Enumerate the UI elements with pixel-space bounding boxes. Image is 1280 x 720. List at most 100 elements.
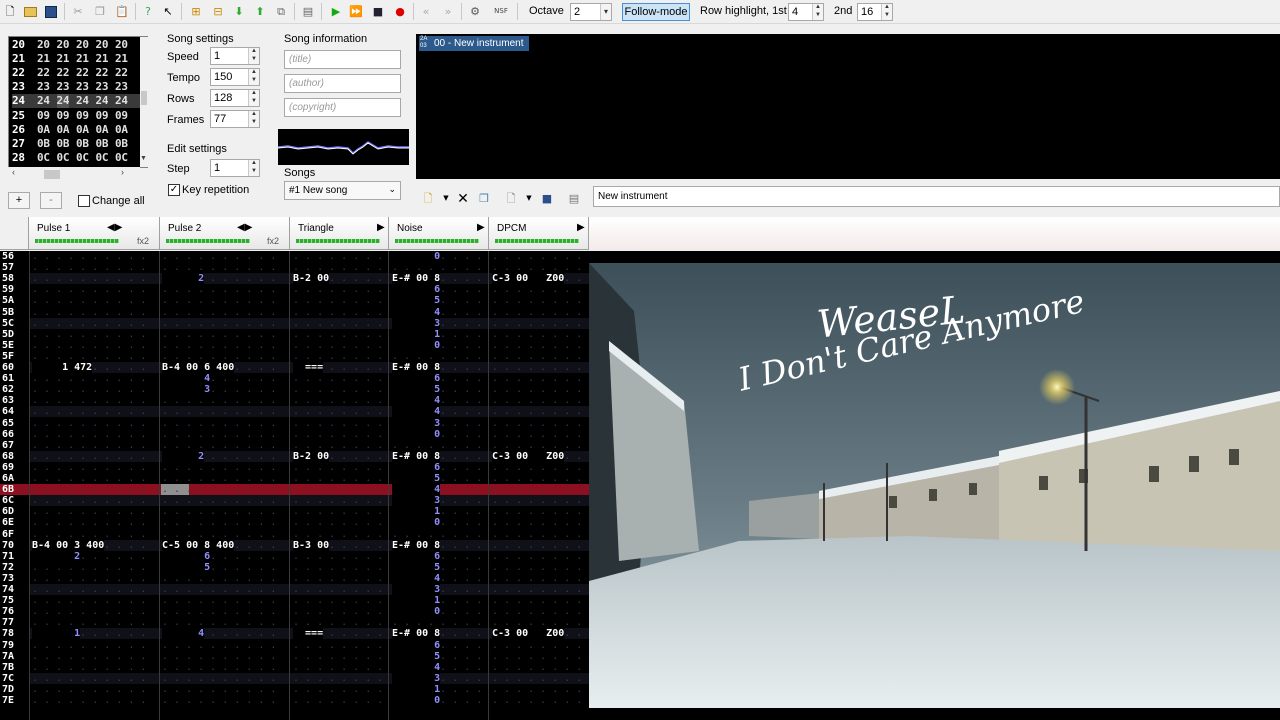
frame-pattern-cell[interactable]: 0B — [57, 137, 70, 151]
pattern-cell[interactable]: 1 — [32, 628, 81, 640]
empty-cell[interactable]: . . . . . . . . — [492, 529, 582, 540]
pattern-cell[interactable]: 6 — [392, 284, 441, 296]
empty-cell[interactable]: . . . . . . . . — [492, 462, 582, 473]
fx-less-icon[interactable]: ◀▶ — [237, 222, 252, 233]
empty-cell[interactable]: . . . . . . . . — [293, 673, 383, 684]
empty-cell[interactable]: . . . . . . . . — [492, 573, 582, 584]
empty-cell[interactable]: . . . . . . . . — [492, 395, 582, 406]
empty-cell[interactable]: . . . . . . . . — [492, 340, 582, 351]
empty-cell[interactable]: . . . . . . . . . . — [162, 651, 276, 662]
empty-cell[interactable]: . . . . . . . . . . — [162, 251, 276, 262]
pattern-cell[interactable]: 5 — [392, 561, 441, 573]
frame-row[interactable]: 26 0A 0A 0A 0A 0A — [12, 123, 140, 137]
pattern-cell[interactable]: B-2 00 — [293, 450, 330, 462]
pattern-cell[interactable]: 2 — [32, 550, 81, 562]
empty-cell[interactable]: . . . . . . . . — [392, 617, 482, 628]
empty-cell[interactable]: . . . . . . . . . . — [162, 318, 276, 329]
empty-cell[interactable]: . . . . . . . . . . — [32, 573, 146, 584]
spin-up-icon[interactable]: ▲ — [248, 160, 259, 168]
frame-pattern-cell[interactable]: 24 — [37, 94, 50, 108]
instrument-name-field[interactable]: New instrument — [593, 186, 1280, 207]
pattern-cell[interactable]: 6 — [392, 373, 441, 385]
frame-pattern-cell[interactable]: 23 — [96, 80, 109, 94]
remove-frame-button[interactable]: - — [40, 192, 62, 209]
frame-pattern-cell[interactable]: 0C — [57, 151, 70, 165]
empty-cell[interactable]: . . . . . . . . . . — [32, 617, 146, 628]
save-instrument-icon[interactable]: ■ — [539, 190, 555, 207]
pattern-cell[interactable]: 3 — [392, 417, 441, 429]
empty-cell[interactable]: . . . . . . . . — [492, 673, 582, 684]
empty-cell[interactable]: . . . . . . . . . . — [32, 484, 146, 495]
chevron-down-icon[interactable]: ▼ — [521, 190, 537, 207]
frame-pattern-cell[interactable]: 22 — [115, 66, 128, 80]
empty-cell[interactable]: . . . . . . . . — [492, 695, 582, 706]
frame-pattern-cell[interactable]: 22 — [57, 66, 70, 80]
empty-cell[interactable]: . . . . . . . . . . — [162, 262, 276, 273]
pattern-cell[interactable]: 5 — [392, 473, 441, 485]
frame-pattern-cell[interactable]: 0A — [57, 123, 70, 137]
add-frame-icon[interactable]: ⊞ — [188, 3, 204, 20]
empty-cell[interactable]: . . . . . . . . . . — [162, 307, 276, 318]
empty-cell[interactable]: . . . . . . . . . . — [32, 307, 146, 318]
empty-cell[interactable]: . . . . . . . . — [293, 495, 383, 506]
frame-row[interactable]: 24 24 24 24 24 24 — [12, 94, 140, 109]
save-icon[interactable] — [43, 3, 59, 20]
pattern-cell[interactable]: B-4 00 3 400 — [32, 539, 105, 551]
open-icon[interactable] — [22, 3, 38, 20]
frame-pattern-cell[interactable]: 0C — [115, 151, 128, 165]
chevron-right-icon[interactable]: › — [121, 167, 124, 177]
pattern-cell[interactable]: 1 472 — [32, 362, 93, 374]
pattern-cell[interactable]: 4 — [392, 395, 441, 407]
empty-cell[interactable]: . . . . . . . . — [293, 262, 383, 273]
empty-cell[interactable]: . . . . . . . . — [392, 440, 482, 451]
pattern-cell[interactable]: 4 — [392, 572, 441, 584]
frame-pattern-cell[interactable]: 09 — [37, 109, 50, 123]
paste-icon[interactable]: 📋 — [114, 3, 130, 20]
channel-header-pulse2[interactable]: Pulse 2 ◀▶ fx2 — [160, 217, 290, 250]
pattern-cell[interactable]: 5 — [392, 384, 441, 396]
empty-cell[interactable]: . . . . . . . . — [492, 595, 582, 606]
frame-list-hscroll[interactable]: ‹ › — [8, 167, 140, 181]
empty-cell[interactable]: . . . . . . . . — [293, 284, 383, 295]
frame-pattern-cell[interactable]: 20 — [57, 38, 70, 52]
pattern-cell[interactable]: 1 — [392, 595, 441, 607]
empty-cell[interactable]: . . . . . . . . — [492, 540, 582, 551]
empty-cell[interactable]: . . . . . . . . . . — [32, 340, 146, 351]
empty-cell[interactable]: . . . . . . . . . . — [32, 640, 146, 651]
frame-pattern-cell[interactable]: 23 — [37, 80, 50, 94]
empty-cell[interactable]: . . . . . . . . . . — [32, 251, 146, 262]
pattern-cell[interactable]: E-# 00 8 — [392, 539, 441, 551]
pattern-cell[interactable]: 0 — [392, 606, 441, 618]
copyright-field[interactable]: (copyright) — [284, 98, 401, 117]
empty-cell[interactable]: . . . . . . . . — [293, 695, 383, 706]
empty-cell[interactable]: . . . . . . . . . . — [32, 506, 146, 517]
insert-frame-icon[interactable]: ⊟ — [210, 3, 226, 20]
empty-cell[interactable]: . . . . . . . . — [492, 562, 582, 573]
pattern-cell[interactable]: E-# 00 8 — [392, 273, 441, 285]
frame-row[interactable]: 25 09 09 09 09 09 — [12, 109, 140, 123]
frame-pattern-cell[interactable]: 09 — [76, 109, 89, 123]
song-select[interactable]: #1 New song ⌄ — [284, 181, 401, 200]
pattern-cell[interactable]: 4 — [392, 484, 441, 496]
empty-cell[interactable]: . . . . . . . . . . — [32, 406, 146, 417]
empty-cell[interactable]: . . . . . . . . — [293, 440, 383, 451]
frame-pattern-cell[interactable]: 21 — [37, 52, 50, 66]
pattern-cell[interactable]: 0 — [392, 517, 441, 529]
empty-cell[interactable]: . . . . . . . . . . — [32, 273, 146, 284]
pattern-cell[interactable]: 5 — [392, 295, 441, 307]
title-field[interactable]: (title) — [284, 50, 401, 69]
prev-song-icon[interactable]: « — [418, 3, 434, 20]
new-instrument-icon[interactable]: 🗋 — [420, 190, 436, 207]
spin-up-icon[interactable]: ▲ — [881, 4, 892, 12]
empty-cell[interactable]: . . . . . . . . . . — [162, 429, 276, 440]
next-song-icon[interactable]: » — [440, 3, 456, 20]
empty-cell[interactable]: . . . . . . . . — [293, 606, 383, 617]
empty-cell[interactable]: . . . . . . . . . . — [32, 440, 146, 451]
spin-up-icon[interactable]: ▲ — [248, 111, 259, 119]
empty-cell[interactable]: . . . . . . . . . . — [32, 384, 146, 395]
pattern-cell[interactable]: 1 — [392, 328, 441, 340]
empty-cell[interactable]: . . . . . . . . . . — [32, 373, 146, 384]
empty-cell[interactable]: . . . . . . . . . . — [162, 395, 276, 406]
record-icon[interactable]: ● — [392, 3, 408, 20]
fx-less-icon[interactable]: ◀▶ — [107, 222, 122, 233]
